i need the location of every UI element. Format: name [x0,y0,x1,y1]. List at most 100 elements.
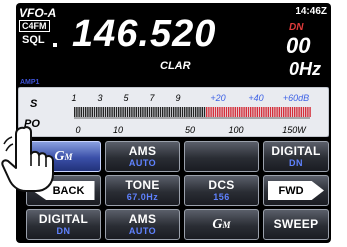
meter-segment [208,107,210,117]
meter-segment [232,107,234,117]
meter-segment [291,107,294,117]
gm-label-sub-2: M [222,219,231,230]
meter-segment [170,107,173,117]
meter-segment [236,107,239,117]
frequency-display[interactable]: 146.520 [72,15,216,53]
radio-display: VFO-A 14:46Z C4FM SQL 146.520 DN 00 CLAR… [16,3,331,243]
dn-mark: DN [289,22,304,33]
meter-segment [89,107,91,117]
meter-segment [230,107,232,117]
meter-segment [175,107,177,117]
meter-segment [252,107,254,117]
ams-value: AUTO [128,158,157,168]
s-scale-label: 9 [175,93,180,103]
meter-segment [151,107,153,117]
digital-button-2[interactable]: DIGITAL DN [26,209,101,240]
meter-segment [104,107,107,117]
meter-segment [265,107,267,117]
meter-segment [269,107,272,117]
meter-segment [302,107,305,117]
meter-segment [109,107,111,117]
meter-segment [186,107,188,117]
s-scale-label: +20 [210,93,225,103]
meter-segment [228,107,230,117]
meter-segment [258,107,261,117]
meter-segment [131,107,133,117]
tone-button[interactable]: TONE 67.0Hz [105,175,180,206]
meter-segment [267,107,269,117]
mode-badge: C4FM [19,20,50,32]
meter-segment [296,107,298,117]
meter-segment [278,107,280,117]
dcs-label: DCS [208,178,235,192]
meter-segment [192,107,195,117]
meter-segment [142,107,144,117]
s-scale-label: 3 [97,93,102,103]
meter-segment [93,107,96,117]
meter-segment [91,107,93,117]
meter-segment [122,107,124,117]
dcs-button[interactable]: DCS 156 [184,175,259,206]
meter-segment [197,107,199,117]
meter-segment [153,107,155,117]
gm-button-2[interactable]: GM [184,209,259,240]
fwd-button[interactable]: FWD [263,175,329,206]
meter-segment [146,107,148,117]
meter-segment [120,107,122,117]
meter-segment [272,107,274,117]
blank-button[interactable] [184,141,259,172]
meter-segment [135,107,137,117]
meter-segment [166,107,168,117]
meter-segment [289,107,291,117]
gm-label-sub: M [64,151,73,162]
meter-segment [126,107,129,117]
s-scale-label: 1 [71,93,76,103]
meter-segment [164,107,166,117]
digital-value-2: DN [56,226,71,236]
ams-button-2[interactable]: AMS AUTO [105,209,180,240]
meter-segment [221,107,223,117]
s-po-meter: S PO 1 3 5 7 9 +20 +40 +60dB 0 10 50 100 150W [18,87,329,137]
digital-value: DN [289,158,303,168]
meter-segment [280,107,283,117]
pointing-hand-icon [1,126,54,192]
meter-segment [283,107,285,117]
tone-value: 67.0Hz [126,192,159,202]
po-scale-label: 0 [75,125,80,135]
digital-button[interactable]: DIGITAL DN [263,141,329,172]
digital-label: DIGITAL [271,144,321,158]
meter-segment [102,107,104,117]
sql-label: SQL [22,34,45,46]
po-scale-label: 10 [113,125,123,135]
gm-label-2: G [212,216,223,232]
meter-segment [98,107,100,117]
meter-segment [274,107,276,117]
clar-label: CLAR [160,60,191,72]
sweep-label: SWEEP [273,217,319,231]
meter-segment [80,107,82,117]
sweep-button[interactable]: SWEEP [263,209,329,240]
meter-segment [307,107,309,117]
meter-segment [212,107,214,117]
meter-segment [263,107,265,117]
tone-label: TONE [125,178,160,192]
meter-segment [247,107,250,117]
meter-segment [300,107,302,117]
meter-segment [217,107,219,117]
clock: 14:46Z [295,6,327,17]
meter-segment [96,107,98,117]
meter-segment [111,107,113,117]
meter-segment [206,107,208,117]
meter-segment [305,107,307,117]
ams-button[interactable]: AMS AUTO [105,141,180,172]
s-label: S [30,98,38,110]
meter-segment [239,107,241,117]
meter-segment [140,107,142,117]
meter-segment [276,107,278,117]
meter-segment [287,107,289,117]
meter-segment [254,107,256,117]
meter-segment [181,107,184,117]
meter-segment [225,107,228,117]
po-scale-label: 50 [185,125,195,135]
s-scale-label: +60dB [283,93,309,103]
